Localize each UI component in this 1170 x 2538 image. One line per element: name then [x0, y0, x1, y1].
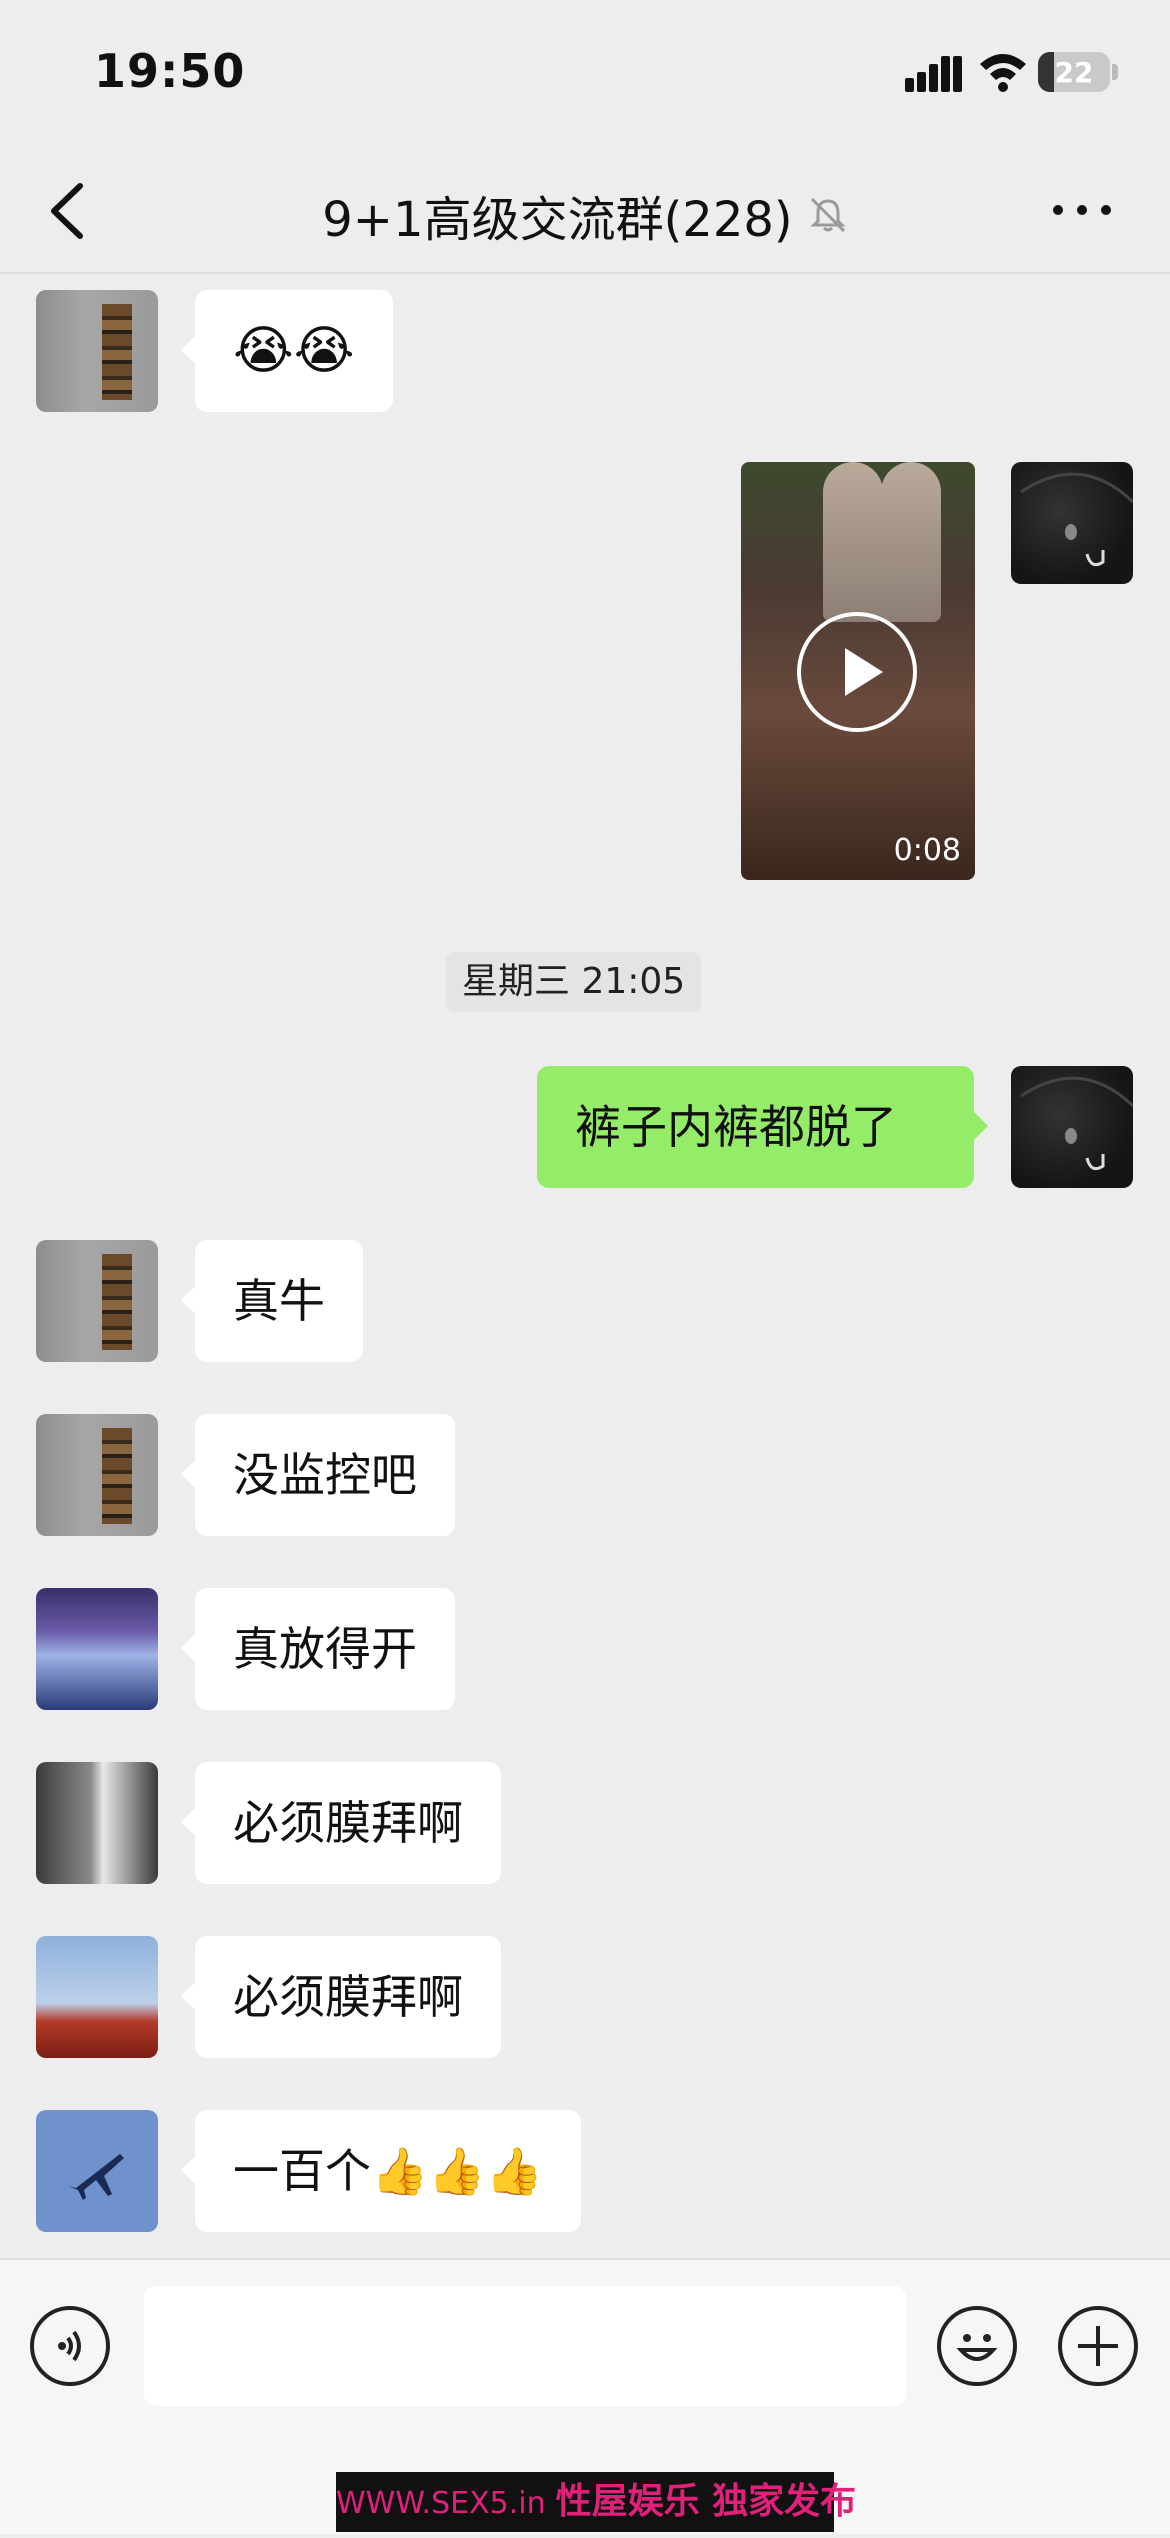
watermark-text: 性屋娱乐 独家发布: [555, 2481, 857, 2522]
battery-tip: [1112, 64, 1118, 80]
message-text: 真放得开: [233, 1622, 417, 1676]
status-bar: 19:50 22: [0, 0, 1170, 150]
muted-bell-icon: [810, 197, 846, 233]
message-text: 一百个👍👍👍: [233, 2144, 543, 2198]
video-thumbnail-figure: [823, 462, 883, 622]
timestamp-label: 星期三 21:05: [446, 952, 702, 1012]
message-list[interactable]: 😭😭 0:08 星期三 21:05 裤子内裤都脱了 真牛 没监控吧 真放得开 必…: [0, 274, 1170, 2258]
watermark-url: WWW.SEX5.in: [336, 2486, 546, 2521]
message-bubble-incoming[interactable]: 真放得开: [181, 1588, 455, 1710]
my-avatar[interactable]: [1011, 1066, 1133, 1188]
video-message[interactable]: 0:08: [741, 462, 975, 880]
back-chevron-icon[interactable]: [40, 178, 100, 244]
message-bubble-incoming[interactable]: 必须膜拜啊: [181, 1762, 501, 1884]
chat-title: 9+1高级交流群(228): [322, 192, 793, 248]
message-input[interactable]: [144, 2286, 906, 2406]
sender-avatar[interactable]: [36, 1414, 158, 1536]
emoji-button[interactable]: [937, 2306, 1017, 2386]
umbrella-icon: [1020, 472, 1133, 567]
sender-avatar[interactable]: [36, 2110, 158, 2232]
message-text: 真牛: [233, 1274, 325, 1328]
message-bubble-incoming[interactable]: 😭😭: [181, 290, 393, 412]
message-bubble-incoming[interactable]: 必须膜拜啊: [181, 1936, 501, 2058]
message-text: 必须膜拜啊: [233, 1796, 463, 1850]
sender-avatar[interactable]: [36, 1588, 158, 1710]
message-text: 裤子内裤都脱了: [575, 1100, 897, 1154]
message-bubble-incoming[interactable]: 真牛: [181, 1240, 363, 1362]
cellular-signal-icon: [905, 56, 962, 92]
voice-input-button[interactable]: [30, 2306, 110, 2386]
status-time: 19:50: [94, 44, 246, 98]
my-avatar[interactable]: [1011, 462, 1133, 584]
sender-avatar[interactable]: [36, 290, 158, 412]
message-bubble-incoming[interactable]: 没监控吧: [181, 1414, 455, 1536]
more-functions-button[interactable]: [1058, 2306, 1138, 2386]
video-duration: 0:08: [893, 833, 961, 868]
watermark-banner: WWW.SEX5.in 性屋娱乐 独家发布: [336, 2472, 856, 2532]
voice-icon: [58, 2330, 81, 2362]
battery-percentage: 22: [1054, 56, 1094, 89]
sender-avatar[interactable]: [36, 1936, 158, 2058]
chat-title-area: 9+1高级交流群(228): [200, 180, 970, 248]
sender-avatar[interactable]: [36, 1240, 158, 1362]
message-bubble-incoming[interactable]: 一百个👍👍👍: [181, 2110, 581, 2232]
message-text: 😭😭: [233, 321, 355, 381]
battery-indicator: 22: [1038, 52, 1110, 92]
message-bubble-outgoing[interactable]: 裤子内裤都脱了: [537, 1066, 988, 1188]
more-options-icon[interactable]: [1050, 198, 1114, 222]
message-text: 没监控吧: [233, 1448, 417, 1502]
smiley-icon: [956, 2334, 998, 2361]
chat-header: 9+1高级交流群(228): [0, 150, 1170, 274]
plus-icon: [1078, 2326, 1118, 2366]
wifi-icon: [980, 54, 1026, 92]
umbrella-icon: [1020, 1076, 1133, 1171]
play-icon[interactable]: [797, 612, 917, 732]
video-thumbnail-figure: [881, 462, 941, 622]
message-text: 必须膜拜啊: [233, 1970, 463, 2024]
sender-avatar[interactable]: [36, 1762, 158, 1884]
airplane-icon: [68, 2154, 124, 2200]
